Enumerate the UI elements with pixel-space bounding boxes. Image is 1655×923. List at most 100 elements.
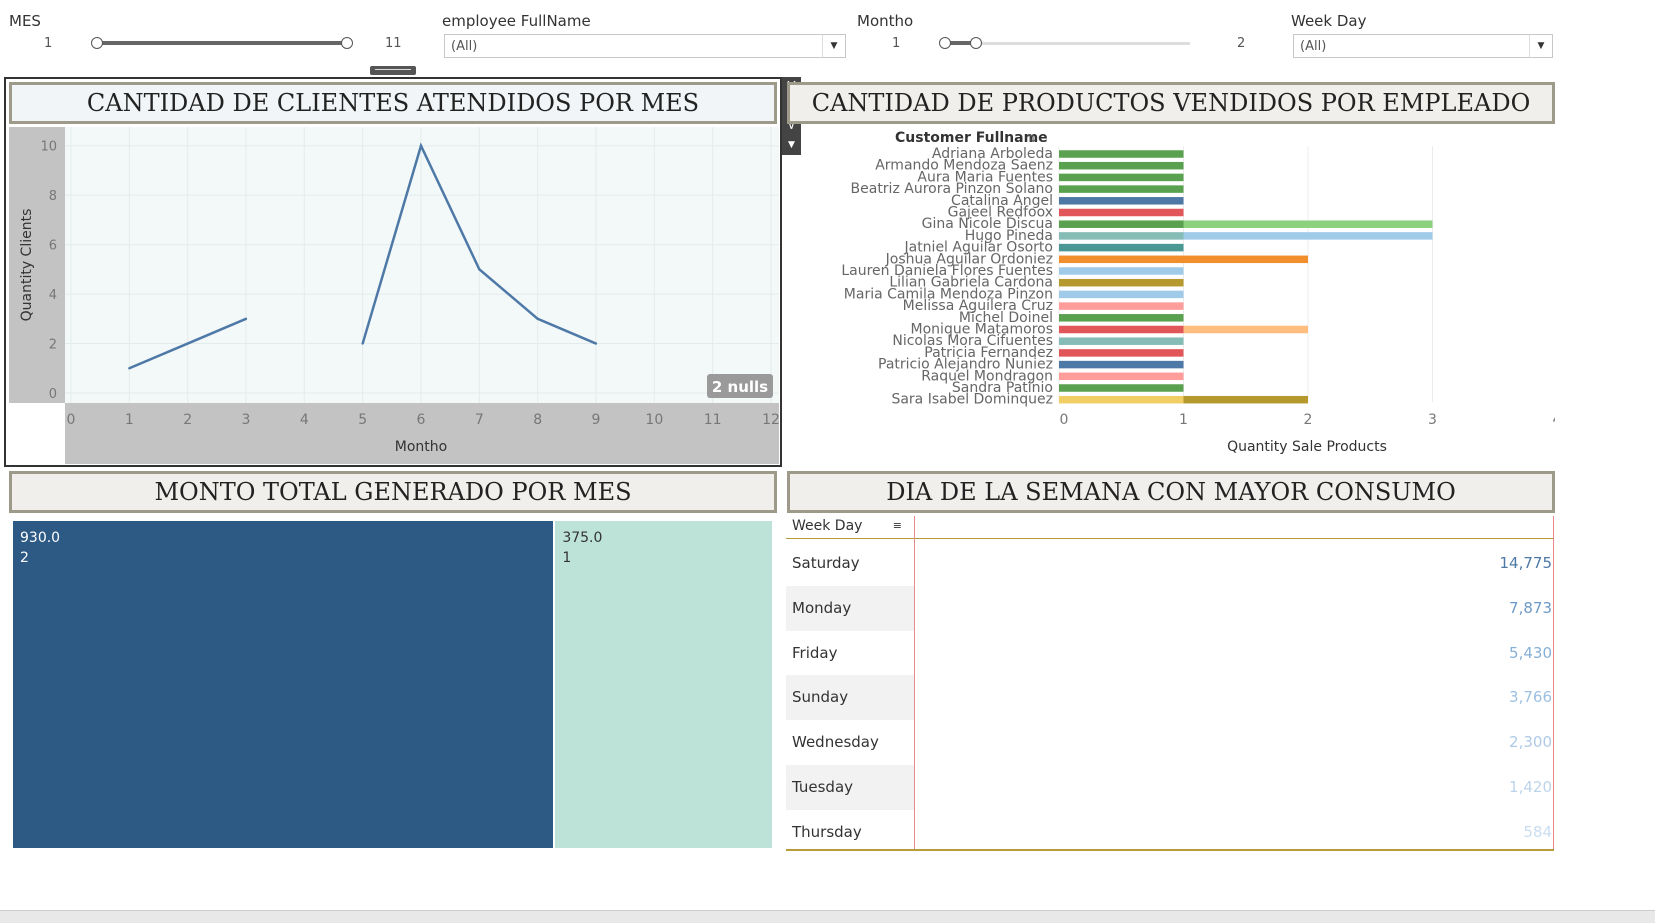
weekday-select[interactable]: (All) ▼ [1293, 34, 1553, 58]
weekday-value: 2,300 [1509, 733, 1552, 752]
x-tick-label: 0 [67, 412, 76, 428]
mes-max-value: 11 [385, 36, 402, 51]
montho-slider-low-handle[interactable] [939, 37, 951, 49]
y-tick-label: 2 [49, 338, 57, 353]
bar-segment[interactable] [1059, 220, 1184, 228]
bar-segment[interactable] [1059, 278, 1184, 287]
bar-category-label: Sara Isabel Dominquez [891, 392, 1053, 408]
montho-slider-high-handle[interactable] [970, 37, 982, 49]
chevron-down-icon[interactable]: ▼ [1529, 35, 1552, 57]
data-point[interactable] [186, 342, 189, 345]
bar-segment[interactable] [1059, 349, 1184, 357]
plot-area [65, 127, 779, 403]
sort-icon[interactable]: ≡ [893, 519, 902, 532]
employee-select[interactable]: (All) ▼ [444, 34, 846, 58]
x-tick-label: 6 [417, 412, 426, 428]
bar-segment[interactable] [1059, 208, 1184, 217]
x-tick-label: 4 [1553, 412, 1555, 428]
table-row[interactable]: Thursday 584 [786, 810, 1554, 855]
weekday-value: 584 [1523, 822, 1552, 841]
bar-segment[interactable] [1059, 325, 1184, 334]
y-tick-label: 10 [40, 140, 57, 155]
line-chart[interactable]: 0246810 0 1 2 3 4 5 6 7 8 9 10 11 12 Quantity Client… [9, 127, 779, 464]
bar-segment[interactable] [1059, 372, 1184, 381]
y-tick-label: 4 [49, 288, 57, 303]
weekday-cell: Friday [792, 643, 838, 662]
weekday-filter-label: Week Day [1291, 12, 1367, 30]
weekday-column-header[interactable]: Week Day ≡ [786, 516, 916, 538]
x-tick-label: 9 [592, 412, 601, 428]
bar-segment[interactable] [1059, 255, 1308, 264]
bar-segment[interactable] [1183, 220, 1433, 228]
bar-segment[interactable] [1059, 150, 1184, 158]
sort-icon[interactable]: ⇅ [1027, 132, 1036, 145]
dia-title: DIA DE LA SEMANA CON MAYOR CONSUMO [787, 471, 1555, 513]
bar-segment[interactable] [1059, 395, 1184, 404]
clientes-title: CANTIDAD DE CLIENTES ATENDIDOS POR MES [9, 82, 777, 124]
treemap-month-label: 1 [562, 550, 572, 566]
bar-segment[interactable] [1183, 325, 1309, 334]
data-point[interactable] [128, 367, 131, 370]
bar-segment[interactable] [1059, 243, 1184, 252]
bar-segment[interactable] [1059, 161, 1184, 170]
bar-segment[interactable] [1059, 290, 1184, 299]
table-row[interactable]: Tuesday 1,420 [786, 765, 1554, 810]
bar-chart[interactable]: Customer Fullname ⇅ Adriana ArboledaArma… [787, 126, 1555, 464]
bar-segment[interactable] [1059, 197, 1184, 205]
bar-segment[interactable] [1059, 232, 1184, 240]
bar-segment[interactable] [1059, 302, 1184, 310]
treemap-tile[interactable]: 930.0 2 [13, 521, 554, 848]
table-row[interactable]: Saturday 14,775 [786, 541, 1554, 586]
weekday-cell: Saturday [792, 554, 860, 572]
y-tick-label: 0 [49, 387, 57, 402]
table-row[interactable]: Monday 7,873 [786, 585, 1554, 631]
x-tick-label: 1 [125, 412, 134, 428]
x-tick-label: 10 [645, 412, 663, 428]
table-row[interactable]: Sunday 3,766 [786, 675, 1554, 721]
chevron-down-icon[interactable]: ▼ [822, 35, 845, 57]
x-axis-title: Montho [395, 439, 447, 455]
productos-title: CANTIDAD DE PRODUCTOS VENDIDOS POR EMPLE… [787, 82, 1555, 124]
bar-segment[interactable] [1059, 267, 1184, 275]
data-point[interactable] [594, 342, 598, 345]
y-axis-title: Quantity Clients [19, 209, 35, 322]
weekday-cell: Wednesday [792, 733, 879, 752]
treemap-amount-label: 375.0 [562, 530, 603, 546]
x-tick-label: 8 [533, 412, 542, 428]
employee-filter-label: employee FullName [442, 12, 591, 30]
data-point[interactable] [478, 268, 481, 271]
mes-filter-label: MES [9, 12, 41, 30]
bar-row-header: Customer Fullname [895, 130, 1048, 146]
table-row[interactable]: Friday 5,430 [786, 631, 1554, 676]
bar-segment[interactable] [1059, 337, 1184, 345]
bar-segment[interactable] [1183, 232, 1433, 240]
table-row[interactable]: Wednesday 2,300 [786, 720, 1554, 765]
x-tick-label: 0 [1060, 412, 1069, 428]
data-point[interactable] [419, 144, 423, 147]
data-point[interactable] [536, 317, 539, 321]
bar-segment[interactable] [1059, 360, 1184, 369]
montho-max-value: 2 [1237, 36, 1246, 51]
mes-min-value: 1 [44, 36, 53, 51]
drag-handle[interactable] [370, 66, 416, 75]
x-tick-label: 2 [1304, 412, 1313, 428]
y-tick-label: 6 [49, 239, 57, 254]
treemap[interactable]: 930.0 2 375.0 1 [13, 521, 774, 848]
bar-segment[interactable] [1059, 384, 1184, 392]
x-tick-label: 12 [762, 412, 779, 428]
data-point[interactable] [361, 342, 364, 345]
bar-segment[interactable] [1183, 395, 1309, 404]
x-tick-label: 11 [704, 412, 722, 428]
bar-segment[interactable] [1059, 185, 1184, 193]
bar-segment[interactable] [1059, 173, 1184, 182]
weekday-cell: Monday [786, 585, 914, 631]
bar-segment[interactable] [1059, 314, 1184, 322]
mes-slider-low-handle[interactable] [91, 37, 103, 49]
data-point[interactable] [244, 317, 248, 321]
treemap-tile[interactable]: 375.0 1 [555, 521, 772, 848]
weekday-column-header-label: Week Day [792, 518, 863, 534]
nulls-indicator-label: 2 nulls [712, 378, 768, 396]
treemap-month-label: 2 [20, 550, 29, 566]
sheet-tab-strip[interactable] [0, 910, 1655, 923]
mes-slider-high-handle[interactable] [341, 37, 353, 49]
